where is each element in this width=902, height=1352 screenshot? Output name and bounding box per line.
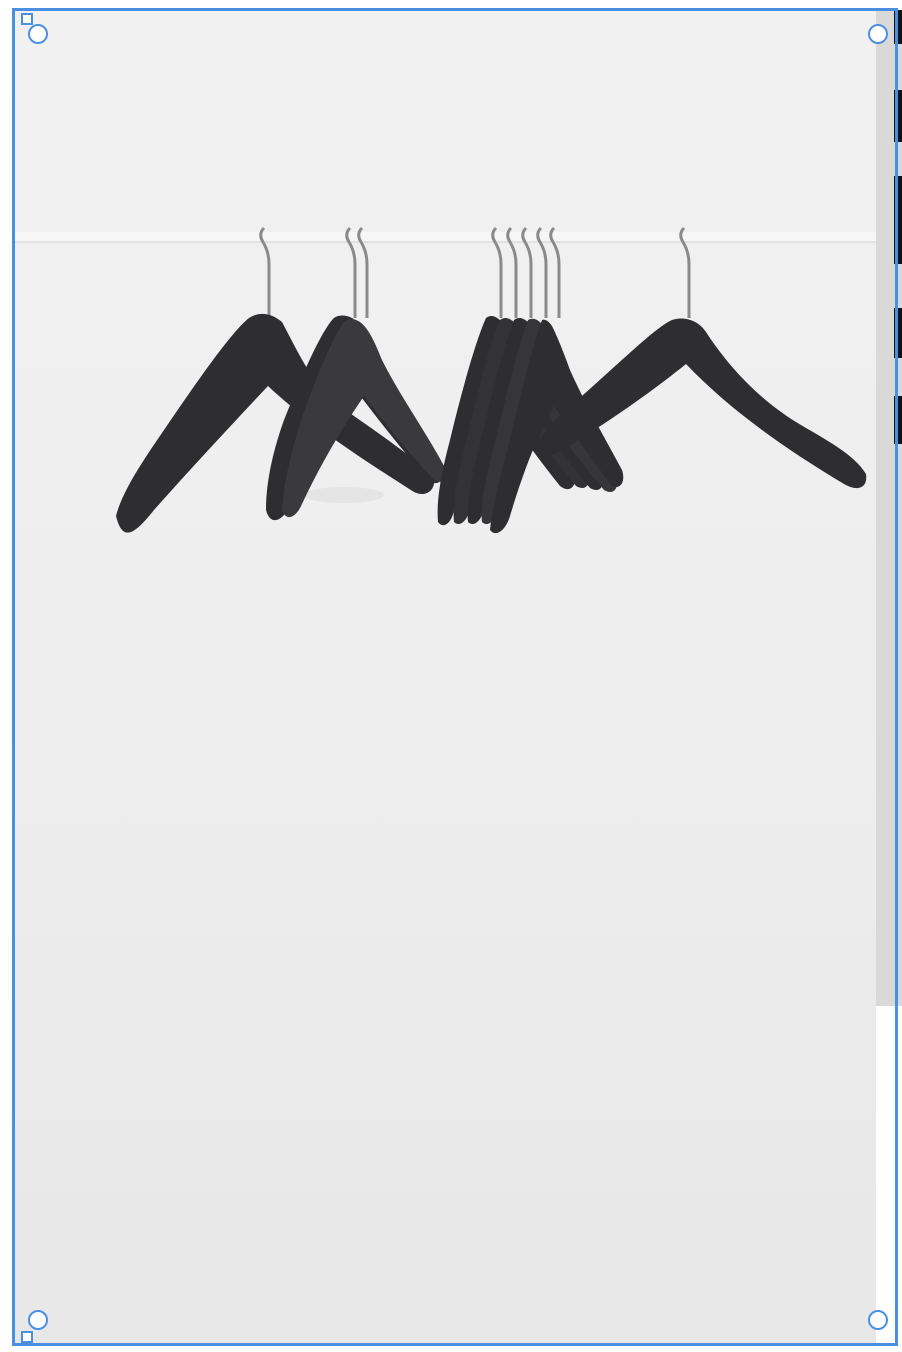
clothes-rail xyxy=(14,232,876,242)
hangers-photo-svg xyxy=(14,10,876,1346)
side-block xyxy=(894,90,902,142)
resize-handle-bottom-left[interactable] xyxy=(28,1310,48,1330)
side-panel xyxy=(874,10,902,1006)
hangers-photo[interactable] xyxy=(14,10,876,1346)
side-block xyxy=(894,10,902,44)
side-block xyxy=(894,176,902,264)
side-block xyxy=(894,308,902,358)
side-block xyxy=(894,396,902,444)
resize-handle-top-right[interactable] xyxy=(868,24,888,44)
canvas xyxy=(0,0,902,1352)
wall xyxy=(14,10,876,1346)
resize-handle-bottom-right[interactable] xyxy=(868,1310,888,1330)
resize-handle-top-left[interactable] xyxy=(28,24,48,44)
